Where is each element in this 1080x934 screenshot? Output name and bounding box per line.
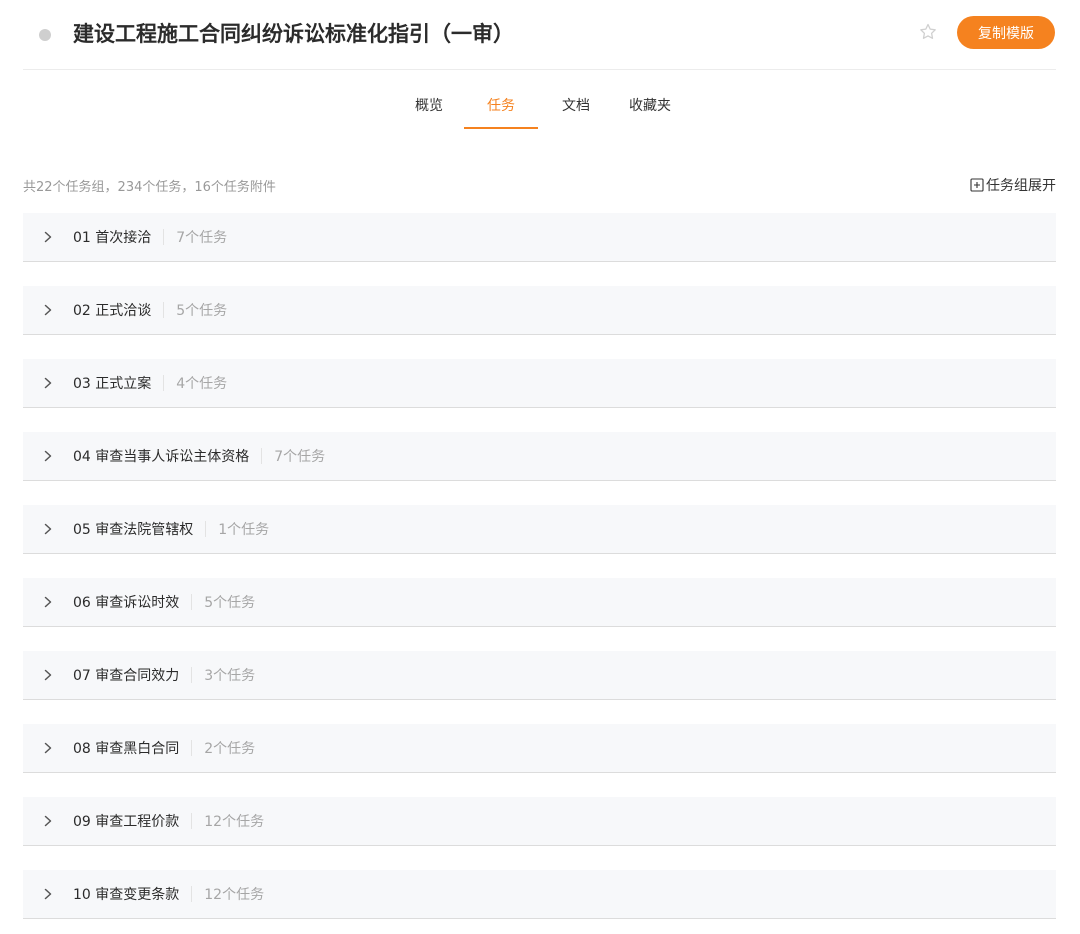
chevron-right-icon xyxy=(41,741,55,755)
task-group-count: 5个任务 xyxy=(204,595,256,611)
task-summary: 共22个任务组，234个任务，16个任务附件 xyxy=(23,180,276,195)
task-group-name: 07 审查合同效力 xyxy=(73,668,180,684)
task-group-name: 01 首次接洽 xyxy=(73,230,152,246)
divider xyxy=(163,302,165,318)
task-group-count: 7个任务 xyxy=(176,230,228,246)
star-icon[interactable] xyxy=(916,20,940,44)
expand-all-label: 任务组展开 xyxy=(986,178,1056,194)
task-group-name: 04 审查当事人诉讼主体资格 xyxy=(73,449,250,465)
divider xyxy=(261,448,263,464)
task-group-row[interactable]: 01 首次接洽 7个任务 xyxy=(23,213,1056,262)
task-group-count: 1个任务 xyxy=(218,522,270,538)
task-group-count: 4个任务 xyxy=(176,376,228,392)
divider xyxy=(163,375,165,391)
page-title: 建设工程施工合同纠纷诉讼标准化指引（一审） xyxy=(73,22,514,46)
chevron-right-icon xyxy=(41,230,55,244)
task-group-row[interactable]: 09 审查工程价款 12个任务 xyxy=(23,797,1056,846)
task-group-row[interactable]: 03 正式立案 4个任务 xyxy=(23,359,1056,408)
page-header: 建设工程施工合同纠纷诉讼标准化指引（一审） 复制模版 xyxy=(23,0,1056,70)
task-group-row[interactable]: 02 正式洽谈 5个任务 xyxy=(23,286,1056,335)
chevron-right-icon xyxy=(41,668,55,682)
task-group-name: 03 正式立案 xyxy=(73,376,152,392)
chevron-right-icon xyxy=(41,595,55,609)
tab-overview[interactable]: 概览 xyxy=(414,86,444,128)
tab-documents[interactable]: 文档 xyxy=(561,86,591,128)
task-group-row[interactable]: 04 审查当事人诉讼主体资格 7个任务 xyxy=(23,432,1056,481)
divider xyxy=(191,813,193,829)
task-group-row[interactable]: 07 审查合同效力 3个任务 xyxy=(23,651,1056,700)
chevron-right-icon xyxy=(41,814,55,828)
tab-favorites[interactable]: 收藏夹 xyxy=(627,86,673,128)
task-group-count: 12个任务 xyxy=(204,887,265,903)
task-group-count: 7个任务 xyxy=(274,449,326,465)
task-group-count: 5个任务 xyxy=(176,303,228,319)
task-group-name: 08 审查黑白合同 xyxy=(73,741,180,757)
tab-bar: 概览 任务 文档 收藏夹 xyxy=(0,86,1080,130)
expand-all-groups-button[interactable]: 任务组展开 xyxy=(970,175,1056,195)
task-group-row[interactable]: 05 审查法院管辖权 1个任务 xyxy=(23,505,1056,554)
task-group-row[interactable]: 06 审查诉讼时效 5个任务 xyxy=(23,578,1056,627)
copy-template-button[interactable]: 复制模版 xyxy=(957,16,1055,49)
chevron-right-icon xyxy=(41,887,55,901)
divider xyxy=(191,594,193,610)
status-dot xyxy=(39,29,51,41)
chevron-right-icon xyxy=(41,449,55,463)
chevron-right-icon xyxy=(41,303,55,317)
task-group-name: 05 审查法院管辖权 xyxy=(73,522,194,538)
task-group-name: 10 审查变更条款 xyxy=(73,887,180,903)
task-group-row[interactable]: 10 审查变更条款 12个任务 xyxy=(23,870,1056,919)
task-group-count: 2个任务 xyxy=(204,741,256,757)
task-group-name: 06 审查诉讼时效 xyxy=(73,595,180,611)
task-group-count: 3个任务 xyxy=(204,668,256,684)
divider xyxy=(205,521,207,537)
chevron-right-icon xyxy=(41,376,55,390)
task-group-name: 09 审查工程价款 xyxy=(73,814,180,830)
task-group-list: 01 首次接洽 7个任务 02 正式洽谈 5个任务 03 正式立案 4个任务 0… xyxy=(23,213,1056,934)
task-group-count: 12个任务 xyxy=(204,814,265,830)
plus-square-icon xyxy=(970,178,984,192)
divider xyxy=(191,886,193,902)
task-group-row[interactable]: 08 审查黑白合同 2个任务 xyxy=(23,724,1056,773)
divider xyxy=(191,667,193,683)
divider xyxy=(191,740,193,756)
task-group-name: 02 正式洽谈 xyxy=(73,303,152,319)
tab-tasks[interactable]: 任务 xyxy=(464,86,538,129)
chevron-right-icon xyxy=(41,522,55,536)
divider xyxy=(163,229,165,245)
app-root: 建设工程施工合同纠纷诉讼标准化指引（一审） 复制模版 概览 任务 文档 收藏夹 … xyxy=(0,0,1080,934)
